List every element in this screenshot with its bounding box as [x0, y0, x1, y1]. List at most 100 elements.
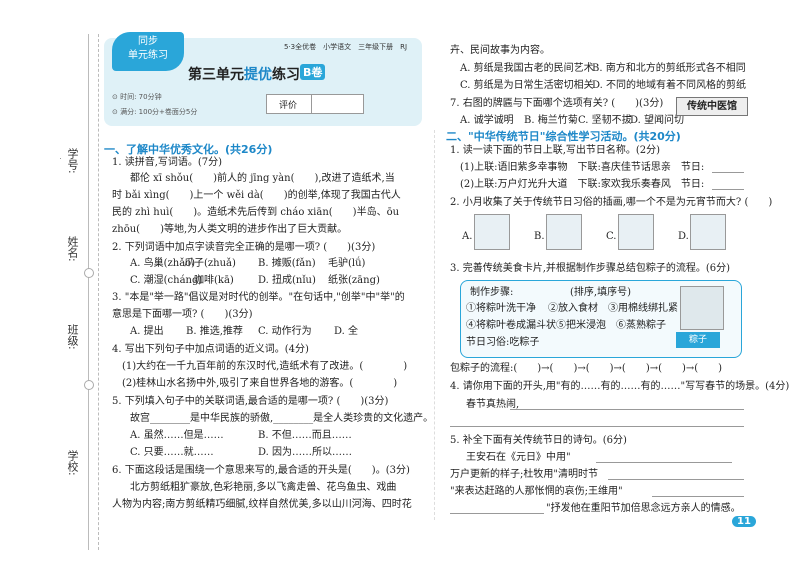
q12-answer-2[interactable]: [608, 479, 744, 480]
q3-option-a: A. 提出: [130, 326, 164, 337]
q2-option-b: B. 摊贩(fǎn): [258, 258, 316, 269]
q3-stem: 3. "本是"举一路"倡议是对时代的创举。"在句话中,"创举"中"举"的: [112, 292, 405, 303]
step-3: ③用棉线绑扎紧: [608, 303, 678, 314]
time-info: ⊙ 时间: 70分钟: [112, 93, 162, 101]
q3-option-c: C. 动作行为: [258, 326, 312, 337]
step-5: ⑤把米浸泡: [556, 320, 606, 331]
q4-stem: 4. 写出下列句子中加点词语的近义词。(4分): [112, 344, 309, 355]
q9-option-c: C.: [606, 231, 617, 242]
festival-custom: 节日习俗:吃粽子: [466, 337, 540, 348]
q5-option-a: A. 虽然……但是……: [130, 430, 224, 441]
binding-line: [88, 34, 89, 550]
q12-line-2: 万户更新的样子;杜牧用"清明时节: [450, 469, 598, 480]
score-info: ⊙ 满分: 100分+卷面分5分: [112, 108, 198, 116]
step-1: ①将粽叶洗干净: [466, 303, 536, 314]
page-title: 第三单元提优练习: [188, 67, 300, 83]
q8-stem: 1. 读一读下面的节日上联,写出节日名称。(2分): [450, 145, 661, 156]
step-2: ②放入食材: [548, 303, 598, 314]
q9-option-a: A.: [462, 231, 473, 242]
q2-option-c2: 咖啡(kā): [194, 275, 234, 286]
q8-line-2: (2)上联:万户灯光升大道 下联:家欢我乐奏春风 节日:: [460, 179, 705, 190]
q8-answer-2[interactable]: [712, 189, 744, 190]
q1-stem: 1. 读拼音,写词语。(7分): [112, 157, 223, 168]
q12-answer-3[interactable]: [652, 496, 744, 497]
q8-answer-1[interactable]: [712, 172, 744, 173]
section-2-title: 二、"中华传统节日"综合性学习活动。(共20分): [446, 130, 681, 143]
q2-option-c: C. 潮湿(cháng): [130, 275, 203, 286]
binding-hole: [84, 380, 94, 390]
q8-line-1: (1)上联:语旧紫多幸事物 下联:喜庆佳节话思亲 节日:: [460, 162, 705, 173]
q5-option-b: B. 不但……而且……: [258, 430, 352, 441]
binding-hole: [84, 268, 94, 278]
yuanxiao-illustration: [690, 214, 726, 250]
unit-badge: 同步 单元练习: [112, 32, 184, 71]
q7-stem: 7. 右图的牌匾与下面哪个选项有关? ( )(3分): [450, 98, 664, 109]
q12-stem: 5. 补全下面有关传统节日的诗句。(6分): [450, 435, 627, 446]
school-label: 学校:: [66, 450, 79, 476]
badge-line-2: 单元练习: [128, 50, 168, 61]
q6-line-2: 人物为内容;南方剪纸精巧细腻,纹样自然优美,多以山川河海、四时花: [112, 499, 412, 510]
step-6: ⑥蒸熟粽子: [616, 320, 666, 331]
q1-line-1: 都伦 xī shǒu( )前人的 jīng yàn( ),改进了造纸术,当: [130, 173, 395, 184]
q5-option-c: C. 只要……就……: [130, 447, 214, 458]
q1-line-4: zhōu( )等地,为人类文明的进步作出了巨大贡献。: [112, 224, 348, 235]
q2-option-a2: 爪子(zhuǎ): [184, 258, 236, 269]
q2-option-d2: 纸张(zāng): [328, 275, 380, 286]
title-mark: B卷: [300, 64, 326, 80]
q4-line-1: (1)大约在一千九百年前的东汉时代,造纸术有了改进。( ): [122, 361, 408, 372]
q4-line-2: (2)桂林山水名扬中外,吸引了来自世界各地的游客。( ): [122, 378, 398, 389]
page-number: 11: [732, 516, 756, 527]
q2-stem: 2. 下列词语中加点字读音完全正确的是哪一项? ( )(3分): [112, 242, 376, 253]
student-name-label: 姓名:: [66, 236, 79, 262]
q1-line-3: 民的 zhì huì( )。造纸术先后传到 cháo xiān( )半岛、ōu: [112, 207, 400, 218]
score-label: 评价: [279, 101, 298, 111]
zongzi-illustration: [680, 286, 724, 330]
section-1-title: 一、了解中华优秀文化。(共26分): [104, 143, 273, 156]
q11-answer-line-2[interactable]: [450, 426, 744, 427]
q12-answer-1[interactable]: [596, 462, 732, 463]
q6-option-b: B. 南方和北方的剪纸形式各不相同: [592, 63, 746, 74]
steps-title: 制作步骤:: [470, 287, 514, 298]
book-info: 5·3全优卷 小学语文 三年级下册 RJ: [284, 43, 408, 51]
q6-option-c: C. 剪纸是为日常生活密切相关: [460, 80, 594, 91]
q12-line-4: "抒发他在重阳节加倍思念远方亲人的情感。: [546, 503, 741, 514]
q3-line-2: 意思是下面哪一项? ( )(3分): [112, 309, 253, 320]
q12-answer-4[interactable]: [450, 513, 544, 514]
q5-stem: 5. 下列填入句子中的关联词语,最合适的是哪一项? ( )(3分): [112, 396, 389, 407]
q7-option-c: C. 坚韧不拔: [578, 115, 632, 126]
q6-line-3: 卉、民间故事为内容。: [450, 45, 550, 56]
q5-line-1: 故宫________是中华民族的骄傲,________是全人类珍贵的文化遗产。: [130, 413, 434, 424]
q10-stem: 3. 完善传统美食卡片,并根据制作步骤总结包粽子的流程。(6分): [450, 263, 731, 274]
q7-option-b: B. 梅兰竹菊: [524, 115, 578, 126]
lantern-illustration: [474, 214, 510, 250]
q6-line-1: 北方剪纸粗犷豪放,色彩艳丽,多以飞禽走兽、花鸟鱼虫、戏曲: [130, 482, 397, 493]
q6-stem: 6. 下面这段话是围绕一个意思来写的,最合适的开头是( )。(3分): [112, 465, 410, 476]
q5-option-d: D. 因为……所以……: [258, 447, 353, 458]
column-divider: [434, 130, 435, 520]
q6-option-a: A. 剪纸是我国古老的民间艺术: [460, 63, 594, 74]
q2-option-d: D. 扭成(nǐu): [258, 275, 316, 286]
cut-line: [98, 34, 99, 550]
class-label: 班级:: [66, 324, 79, 350]
q9-stem: 2. 小月收集了关于传统节日习俗的插画,哪一个不是为元宵节而大? ( ): [450, 197, 773, 208]
q12-line-1: 王安石在《元日》中用": [466, 452, 571, 463]
riddle-illustration: [618, 214, 654, 250]
q10-flow[interactable]: 包粽子的流程:( )→( )→( )→( )→( )→( ): [450, 362, 722, 375]
dragon-boat-illustration: [546, 214, 582, 250]
score-box[interactable]: 评价: [266, 94, 364, 114]
steps-note: (排序,填序号): [570, 287, 631, 298]
zongzi-label: 粽子: [676, 332, 720, 348]
q6-option-d: D. 不同的地域有着不同风格的剪纸: [592, 80, 747, 91]
q9-option-d: D.: [678, 231, 689, 242]
q12-line-3: "来表达赶路的人那怅惘的哀伤;王维用": [450, 486, 623, 497]
q9-option-b: B.: [534, 231, 545, 242]
step-4: ④将粽叶卷成漏斗状: [466, 320, 556, 331]
q11-stem: 4. 请你用下面的开头,用"有的……有的……有的……"写写春节的场景。(4分): [450, 381, 790, 392]
q2-option-b2: 毛驴(lǘ): [328, 258, 366, 269]
q1-line-2: 时 bǎi xìng( )上一个 wěi dà( )的创举,体现了我国古代人: [112, 190, 401, 201]
q3-option-d: D. 全: [334, 326, 359, 337]
worksheet-page: 学号: 姓名: 班级: 学校: 同步 单元练习 5·3全优卷 小学语文 三年级下…: [0, 0, 800, 566]
q11-answer-line-1[interactable]: [510, 409, 744, 410]
q3-option-b: B. 推选,推荐: [186, 326, 243, 337]
student-number-label: 学号:: [66, 148, 79, 174]
